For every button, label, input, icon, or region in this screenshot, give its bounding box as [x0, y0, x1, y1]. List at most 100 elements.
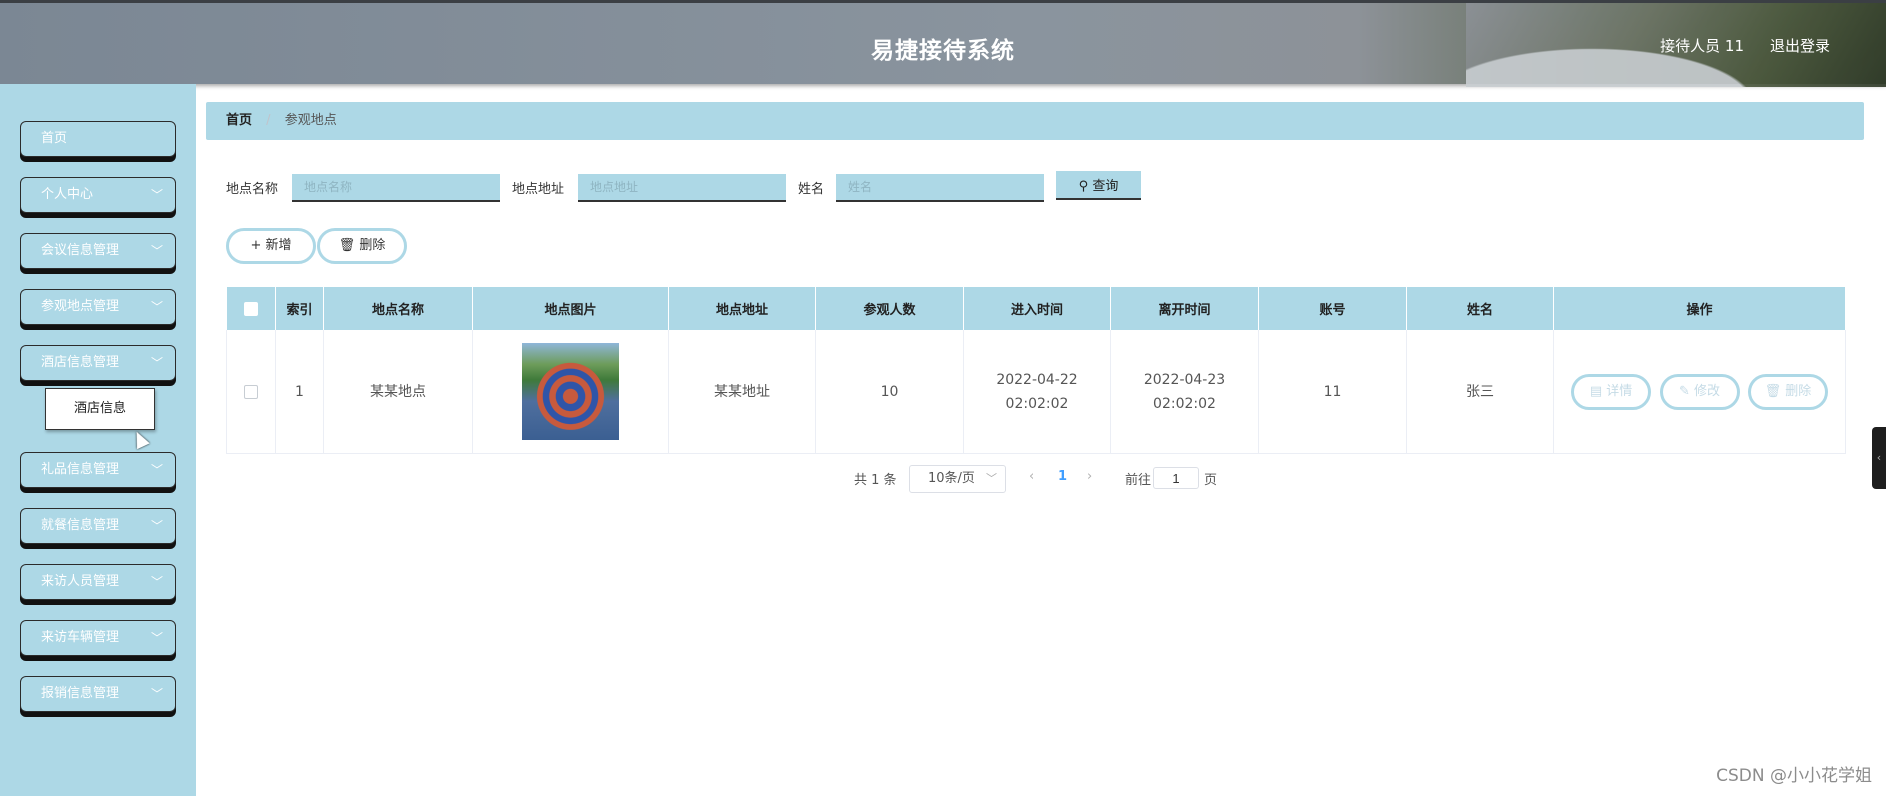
add-button-label: 新增	[265, 238, 292, 253]
sidebar-item-reimbursement[interactable]: 报销信息管理 ﹀	[20, 676, 176, 712]
page-number-current[interactable]: 1	[1058, 469, 1067, 484]
next-page-button[interactable]: ›	[1087, 469, 1092, 484]
logout-link[interactable]: 退出登录	[1770, 35, 1830, 56]
column-header: 账号	[1258, 287, 1407, 330]
row-checkbox[interactable]	[244, 384, 258, 399]
column-header: 地点地址	[668, 287, 816, 330]
sidebar-item-label: 礼品信息管理	[41, 462, 120, 477]
app-title: 易捷接待系统	[871, 38, 1015, 64]
sidebar-item-visit-location[interactable]: 参观地点管理 ﹀	[20, 289, 176, 325]
table-header-row: 索引 地点名称 地点图片 地点地址 参观人数 进入时间 离开时间 账号 姓名 操…	[226, 287, 1846, 330]
location-address-label: 地点地址	[512, 182, 565, 197]
detail-button[interactable]: ▤ 详情	[1571, 373, 1652, 410]
submenu-item-hotel-info[interactable]: 酒店信息	[45, 388, 155, 430]
chevron-down-icon: ﹀	[150, 300, 163, 314]
chevron-down-icon: ﹀	[150, 519, 163, 533]
breadcrumb: 首页 / 参观地点	[206, 102, 1864, 140]
query-button[interactable]: ⚲ 查询	[1056, 171, 1141, 200]
sidebar-item-home[interactable]: 首页	[20, 121, 176, 157]
row-select-cell	[226, 330, 276, 454]
plus-icon: +	[250, 238, 262, 253]
delete-button-label: 删除	[1785, 383, 1812, 399]
sidebar-item-dining[interactable]: 就餐信息管理 ﹀	[20, 508, 176, 544]
sidebar-item-label: 参观地点管理	[41, 299, 120, 314]
sidebar-item-meeting[interactable]: 会议信息管理 ﹀	[20, 233, 176, 269]
sidebar-item-gift[interactable]: 礼品信息管理 ﹀	[20, 452, 176, 488]
enter-time-cell: 2022-04-22 02:02:02	[963, 330, 1111, 454]
location-address-cell: 某某地址	[668, 330, 816, 454]
index-cell: 1	[275, 330, 324, 454]
sidebar-item-label: 会议信息管理	[41, 243, 120, 258]
person-name-input[interactable]	[836, 174, 1044, 202]
column-header: 索引	[275, 287, 324, 330]
chevron-down-icon: ﹀	[150, 687, 163, 701]
location-name-cell: 某某地点	[323, 330, 473, 454]
chevron-down-icon: ﹀	[150, 463, 163, 477]
sidebar-item-label: 酒店信息管理	[41, 355, 120, 370]
sidebar: 首页 个人中心 ﹀ 会议信息管理 ﹀ 参观地点管理 ﹀ 酒店信息管理 ﹀ 礼品信…	[0, 84, 196, 796]
sidebar-item-label: 来访车辆管理	[41, 630, 120, 645]
chevron-down-icon: ﹀	[150, 356, 163, 370]
chevron-down-icon: ﹀	[150, 244, 163, 258]
playground-image	[522, 343, 619, 440]
operations-cell: ▤ 详情 ✎ 修改 🗑 删除	[1553, 330, 1846, 454]
batch-delete-label: 删除	[359, 238, 386, 253]
sidebar-item-vehicle[interactable]: 来访车辆管理 ﹀	[20, 620, 176, 656]
sidebar-item-label: 个人中心	[41, 187, 94, 202]
select-all-cell	[226, 287, 276, 330]
chevron-down-icon: ﹀	[150, 575, 163, 589]
column-header: 姓名	[1406, 287, 1554, 330]
pagination-total: 共 1 条	[854, 473, 897, 488]
chevron-down-icon: ﹀	[150, 631, 163, 645]
leave-time-cell: 2022-04-23 02:02:02	[1110, 330, 1259, 454]
locations-table: 索引 地点名称 地点图片 地点地址 参观人数 进入时间 离开时间 账号 姓名 操…	[226, 287, 1846, 454]
account-cell: 11	[1258, 330, 1407, 454]
delete-button[interactable]: 🗑 删除	[1747, 373, 1828, 410]
location-image-cell	[472, 330, 669, 454]
search-icon: ⚲	[1078, 179, 1089, 194]
chevron-down-icon: ﹀	[150, 188, 163, 202]
location-name-label: 地点名称	[226, 182, 279, 197]
sidebar-item-label: 就餐信息管理	[41, 518, 120, 533]
batch-delete-button[interactable]: 🗑 删除	[317, 228, 407, 264]
person-name-cell: 张三	[1406, 330, 1554, 454]
app-header: 易捷接待系统 接待人员 11 退出登录	[0, 0, 1886, 87]
column-header: 操作	[1553, 287, 1846, 330]
page-size-value: 10条/页	[928, 471, 975, 486]
column-header: 参观人数	[815, 287, 964, 330]
pencil-icon: ✎	[1678, 383, 1690, 399]
location-name-input[interactable]	[292, 174, 500, 202]
sidebar-item-visitor[interactable]: 来访人员管理 ﹀	[20, 564, 176, 600]
edit-button[interactable]: ✎ 修改	[1659, 373, 1740, 410]
sidebar-item-label: 来访人员管理	[41, 574, 120, 589]
location-address-input[interactable]	[578, 174, 786, 202]
add-button[interactable]: + 新增	[226, 228, 316, 264]
sidebar-item-label: 首页	[41, 131, 68, 146]
sidebar-item-personal-center[interactable]: 个人中心 ﹀	[20, 177, 176, 213]
trash-icon: 🗑	[338, 238, 356, 253]
current-user: 接待人员 11	[1660, 37, 1744, 55]
document-icon: ▤	[1589, 383, 1603, 399]
breadcrumb-home[interactable]: 首页	[226, 113, 252, 128]
chevron-down-icon: ﹀	[986, 472, 997, 485]
goto-page-input[interactable]	[1153, 467, 1199, 489]
table-row: 1 某某地点 某某地址 10 2022-04-22 02:02:02 2022-…	[226, 330, 1846, 454]
page-size-select[interactable]: 10条/页 ﹀	[909, 465, 1006, 493]
goto-label: 前往	[1125, 473, 1152, 488]
breadcrumb-current: 参观地点	[284, 113, 337, 128]
column-header: 地点图片	[472, 287, 669, 330]
detail-button-label: 详情	[1606, 383, 1633, 399]
sidebar-item-hotel[interactable]: 酒店信息管理 ﹀	[20, 345, 176, 381]
breadcrumb-separator: /	[266, 113, 271, 128]
trash-icon: 🗑	[1764, 383, 1782, 399]
page-unit-label: 页	[1204, 473, 1218, 488]
collapse-handle-icon[interactable]: ‹	[1872, 427, 1886, 489]
select-all-checkbox[interactable]	[243, 301, 258, 316]
column-header: 进入时间	[963, 287, 1111, 330]
person-name-label: 姓名	[798, 182, 825, 197]
sidebar-item-label: 报销信息管理	[41, 686, 120, 701]
visitor-count-cell: 10	[815, 330, 964, 454]
query-button-label: 查询	[1092, 179, 1119, 194]
prev-page-button[interactable]: ‹	[1029, 469, 1034, 484]
column-header: 离开时间	[1110, 287, 1259, 330]
